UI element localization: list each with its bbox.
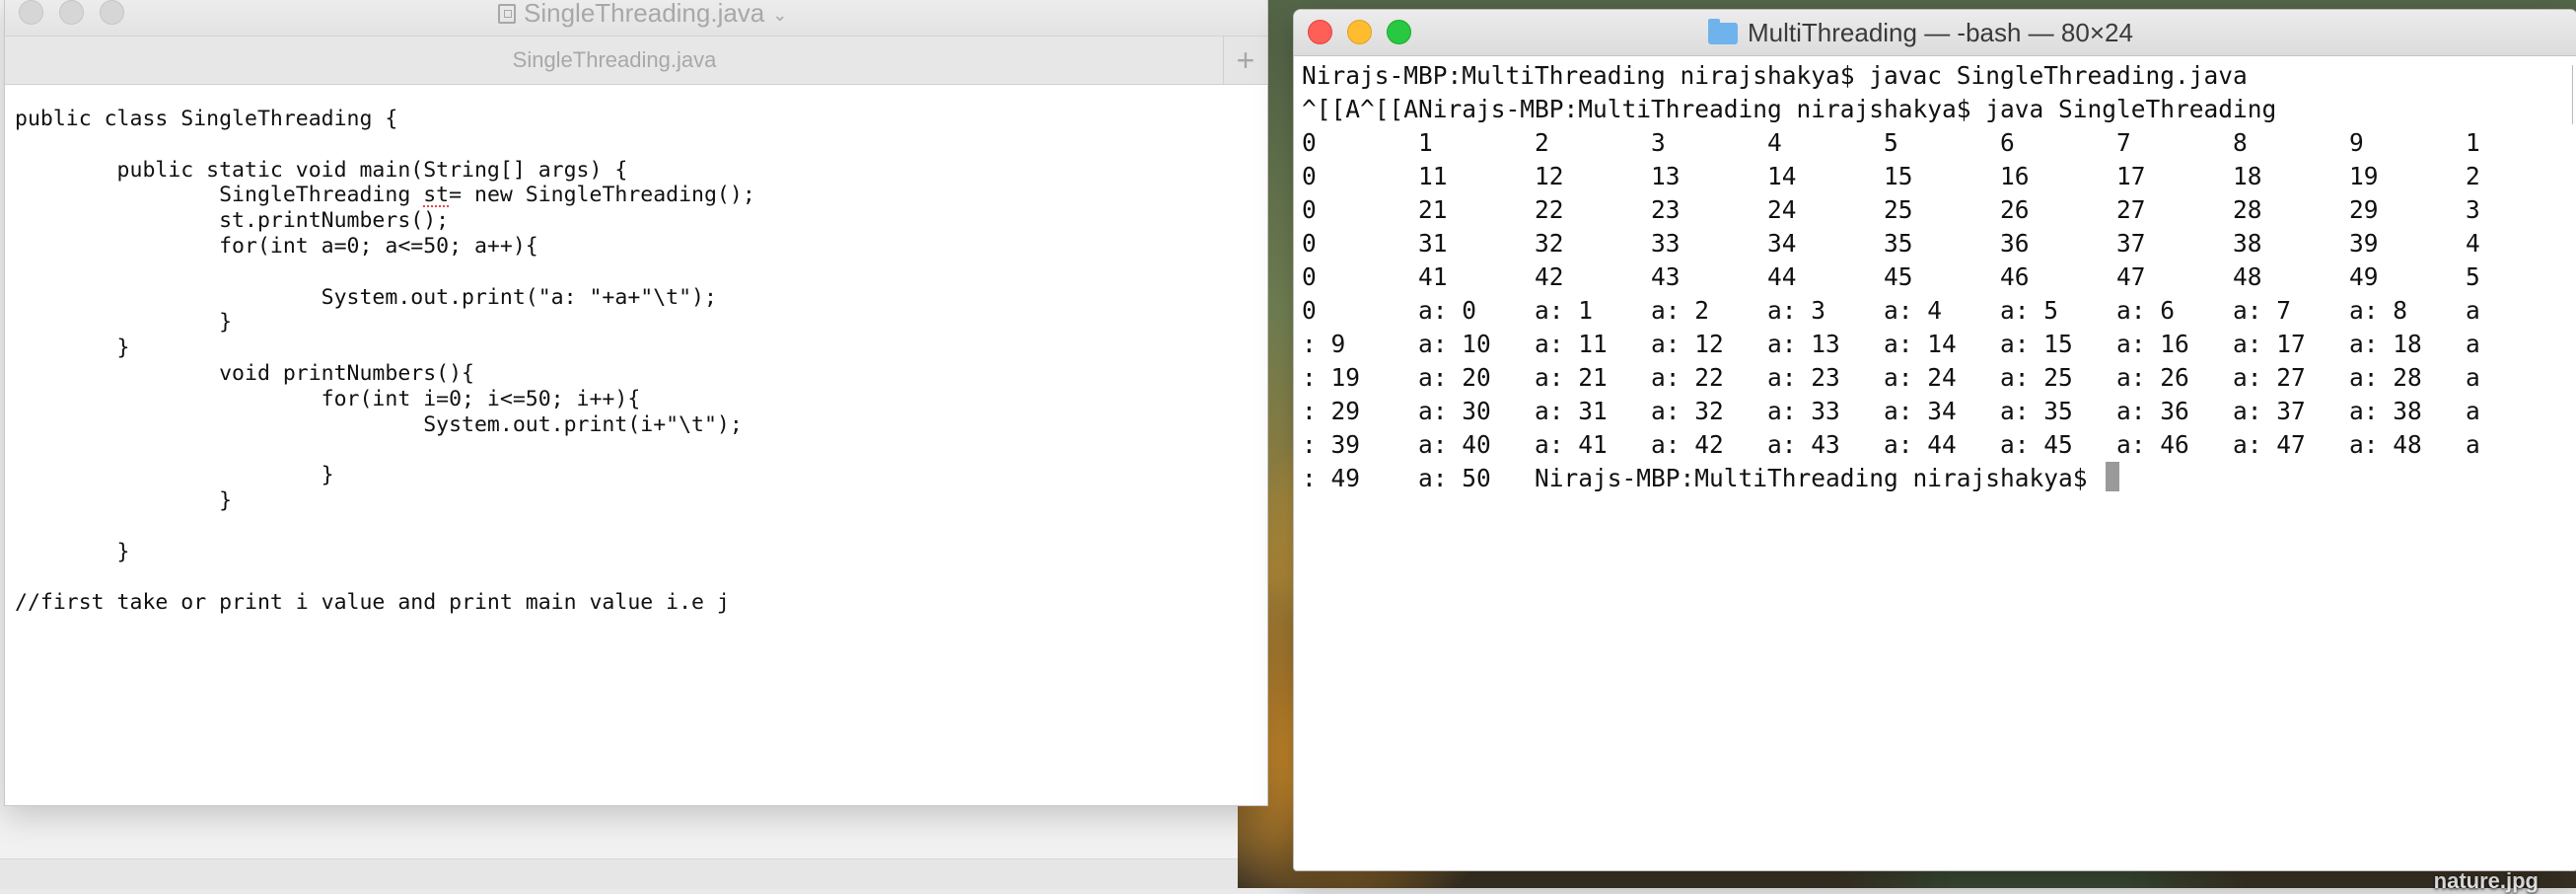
terminal-line: : 19 a: 20 a: 21 a: 22 a: 23 a: 24 a: 25… [1302, 361, 2570, 395]
terminal-line: : 49 a: 50 Nirajs-MBP:MultiThreading nir… [1302, 462, 2570, 495]
zoom-icon[interactable] [1387, 20, 1411, 44]
code-line: public class SingleThreading { [15, 107, 398, 131]
editor-title-wrap[interactable]: SingleThreading.java ⌄ [498, 0, 787, 29]
code-line: } [15, 463, 334, 488]
code-line: SingleThreading st= new SingleThreading(… [15, 183, 755, 208]
terminal-line: : 29 a: 30 a: 31 a: 32 a: 33 a: 34 a: 35… [1302, 395, 2570, 428]
cursor-icon [2106, 462, 2120, 491]
code-editor[interactable]: public class SingleThreading { public st… [15, 107, 1257, 797]
code-line: st.printNumbers(); [15, 208, 450, 234]
terminal-line-text: 0 21 22 23 24 25 26 27 28 29 3 [1302, 195, 2480, 224]
editor-tab-bar: SingleThreading.java + [5, 36, 1267, 85]
terminal-line-text: Nirajs-MBP:MultiThreading nirajshakya$ j… [1302, 61, 2248, 90]
plus-icon: + [1236, 41, 1255, 78]
terminal-window-controls [1308, 20, 1411, 44]
terminal-line-text: : 19 a: 20 a: 21 a: 22 a: 23 a: 24 a: 25… [1302, 363, 2480, 392]
terminal-line: 0 41 42 43 44 45 46 47 48 49 5 [1302, 261, 2570, 294]
terminal-window-title: MultiThreading — -bash — 80×24 [1748, 18, 2133, 47]
terminal-line-text: 0 11 12 13 14 15 16 17 18 19 2 [1302, 162, 2480, 190]
minimize-icon[interactable] [59, 0, 84, 25]
background-band [0, 858, 1243, 889]
terminal-line-text: 0 1 2 3 4 5 6 7 8 9 1 [1302, 128, 2480, 157]
tab-singlethreading-java[interactable]: SingleThreading.java [5, 37, 1224, 84]
terminal-line: 0 31 32 33 34 35 36 37 38 39 4 [1302, 227, 2570, 261]
spelling-error-marker[interactable]: st [423, 183, 449, 207]
terminal-edge-marker [2570, 65, 2573, 124]
terminal-line-text: ^[[A^[[ANirajs-MBP:MultiThreading nirajs… [1302, 95, 2277, 123]
code-line: for(int i=0; i<=50; i++){ [15, 386, 641, 411]
desktop-file-label[interactable]: nature.jpg [2434, 868, 2539, 894]
terminal-line-text: : 39 a: 40 a: 41 a: 42 a: 43 a: 44 a: 45… [1302, 430, 2480, 459]
terminal-line: 0 1 2 3 4 5 6 7 8 9 1 [1302, 126, 2570, 160]
terminal-line-text: 0 a: 0 a: 1 a: 2 a: 3 a: 4 a: 5 a: 6 a: … [1302, 296, 2480, 325]
code-line: } [15, 310, 233, 335]
code-line: } [15, 487, 233, 513]
zoom-icon[interactable] [100, 0, 124, 25]
folder-icon [1708, 18, 1738, 44]
terminal-line: 0 21 22 23 24 25 26 27 28 29 3 [1302, 193, 2570, 227]
terminal-line-text: : 29 a: 30 a: 31 a: 32 a: 33 a: 34 a: 35… [1302, 397, 2480, 425]
terminal-line-text: : 49 a: 50 Nirajs-MBP:MultiThreading nir… [1302, 464, 2103, 492]
terminal-line: 0 a: 0 a: 1 a: 2 a: 3 a: 4 a: 5 a: 6 a: … [1302, 294, 2570, 328]
close-icon[interactable] [19, 0, 43, 25]
terminal-title-wrap: MultiThreading — -bash — 80×24 [1708, 18, 2133, 48]
code-line: //first take or print i value and print … [15, 590, 730, 616]
terminal-line-text: 0 41 42 43 44 45 46 47 48 49 5 [1302, 262, 2480, 291]
editor-window: SingleThreading.java ⌄ SingleThreading.j… [4, 0, 1268, 806]
code-line: public static void main(String[] args) { [15, 157, 628, 183]
terminal-line: : 39 a: 40 a: 41 a: 42 a: 43 a: 44 a: 45… [1302, 428, 2570, 462]
terminal-output[interactable]: Nirajs-MBP:MultiThreading nirajshakya$ j… [1302, 59, 2570, 863]
terminal-window: MultiThreading — -bash — 80×24 Nirajs-MB… [1293, 9, 2576, 871]
code-line: } [15, 539, 130, 564]
minimize-icon[interactable] [1347, 20, 1372, 44]
chevron-down-icon[interactable]: ⌄ [772, 5, 787, 26]
document-icon [498, 3, 516, 24]
editor-window-title: SingleThreading.java [524, 0, 765, 28]
code-line: for(int a=0; a<=50; a++){ [15, 233, 538, 259]
add-tab-button[interactable]: + [1223, 37, 1267, 84]
editor-titlebar[interactable]: SingleThreading.java ⌄ [5, 0, 1267, 36]
code-line: void printNumbers(){ [15, 360, 474, 386]
terminal-line: ^[[A^[[ANirajs-MBP:MultiThreading nirajs… [1302, 93, 2570, 126]
terminal-line: : 9 a: 10 a: 11 a: 12 a: 13 a: 14 a: 15 … [1302, 328, 2570, 361]
close-icon[interactable] [1308, 20, 1332, 44]
terminal-line: 0 11 12 13 14 15 16 17 18 19 2 [1302, 160, 2570, 193]
code-line: } [15, 335, 130, 361]
editor-window-controls [19, 0, 124, 25]
terminal-titlebar[interactable]: MultiThreading — -bash — 80×24 [1294, 10, 2576, 56]
terminal-line-text: 0 31 32 33 34 35 36 37 38 39 4 [1302, 229, 2480, 258]
terminal-line-text: : 9 a: 10 a: 11 a: 12 a: 13 a: 14 a: 15 … [1302, 330, 2480, 358]
code-line: System.out.print("a: "+a+"\t"); [15, 284, 717, 310]
code-line: System.out.print(i+"\t"); [15, 411, 743, 437]
terminal-line: Nirajs-MBP:MultiThreading nirajshakya$ j… [1302, 59, 2570, 93]
